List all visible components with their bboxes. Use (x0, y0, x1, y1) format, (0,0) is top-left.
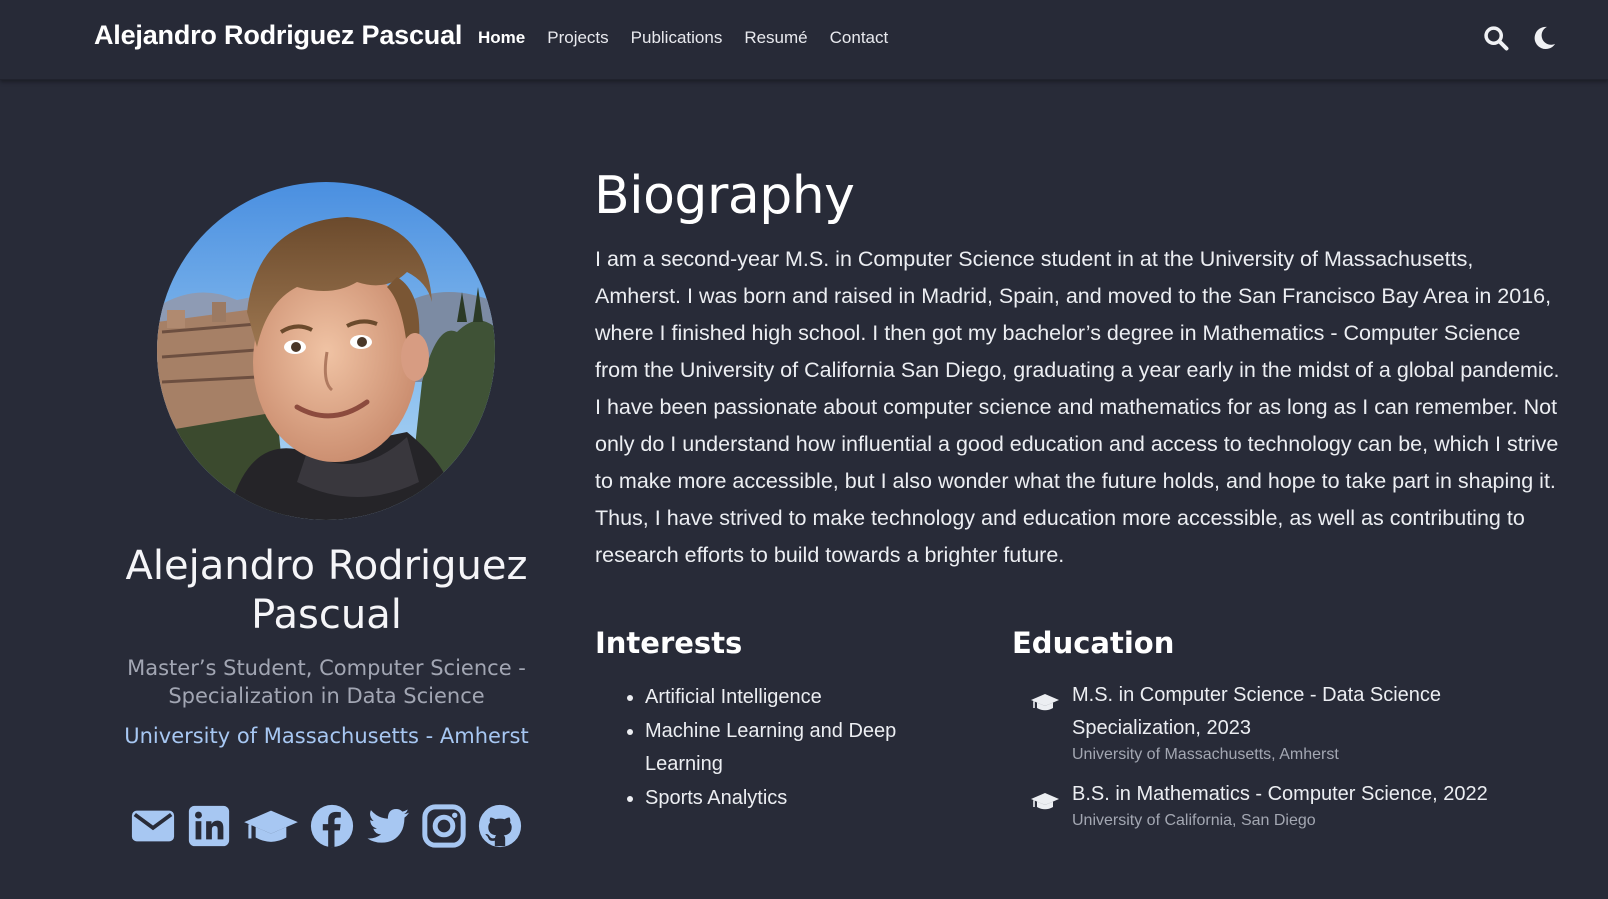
site-brand[interactable]: Alejandro Rodriguez Pascual (94, 20, 462, 51)
graduation-cap-icon (1030, 790, 1060, 814)
twitter-icon[interactable] (365, 803, 411, 849)
interests-list: Artificial Intelligence Machine Learning… (625, 681, 945, 816)
instagram-icon[interactable] (421, 803, 467, 849)
nav-link-contact[interactable]: Contact (830, 28, 889, 48)
profile-organization-link[interactable]: University of Massachusetts - Amherst (80, 724, 573, 748)
github-icon[interactable] (477, 803, 523, 849)
envelope-icon[interactable] (130, 803, 176, 849)
nav-link-home[interactable]: Home (478, 28, 525, 48)
profile-name-line2: Pascual (251, 592, 402, 638)
graduation-cap-icon[interactable] (242, 803, 300, 849)
nav-link-projects[interactable]: Projects (547, 28, 608, 48)
interest-item: Artificial Intelligence (625, 681, 945, 714)
social-links (130, 802, 523, 850)
education-item: M.S. in Computer Science - Data Science … (1030, 679, 1510, 764)
linkedin-icon[interactable] (186, 803, 232, 849)
education-school: University of Massachusetts, Amherst (1072, 746, 1339, 763)
avatar (157, 182, 495, 520)
nav-links: Home Projects Publications Resumé Contac… (478, 28, 910, 48)
education-heading: Education (1012, 626, 1175, 660)
interest-item: Machine Learning and Deep Learning (625, 715, 945, 781)
profile-name-line1: Alejandro Rodriguez (125, 543, 528, 589)
education-school: University of California, San Diego (1072, 812, 1316, 829)
navbar: Alejandro Rodriguez Pascual Home Project… (0, 0, 1608, 80)
graduation-cap-icon (1030, 691, 1060, 715)
profile-role-line1: Master’s Student, Computer Science - (127, 656, 526, 680)
interest-item: Sports Analytics (625, 782, 945, 815)
education-degree: B.S. in Mathematics - Computer Science, … (1072, 783, 1488, 805)
nav-link-publications[interactable]: Publications (631, 28, 723, 48)
facebook-icon[interactable] (309, 803, 355, 849)
search-icon[interactable] (1482, 24, 1510, 52)
nav-link-resume[interactable]: Resumé (744, 28, 807, 48)
interests-heading: Interests (595, 626, 743, 660)
education-item: B.S. in Mathematics - Computer Science, … (1030, 778, 1510, 830)
biography-text: I am a second-year M.S. in Computer Scie… (595, 247, 1560, 567)
moon-icon[interactable] (1530, 24, 1558, 52)
profile-role: Master’s Student, Computer Science - Spe… (80, 654, 573, 710)
education-degree: M.S. in Computer Science - Data Science … (1072, 684, 1442, 739)
biography-heading: Biography (594, 166, 855, 226)
profile-role-line2: Specialization in Data Science (168, 684, 485, 708)
profile-name: Alejandro Rodriguez Pascual (80, 542, 573, 640)
